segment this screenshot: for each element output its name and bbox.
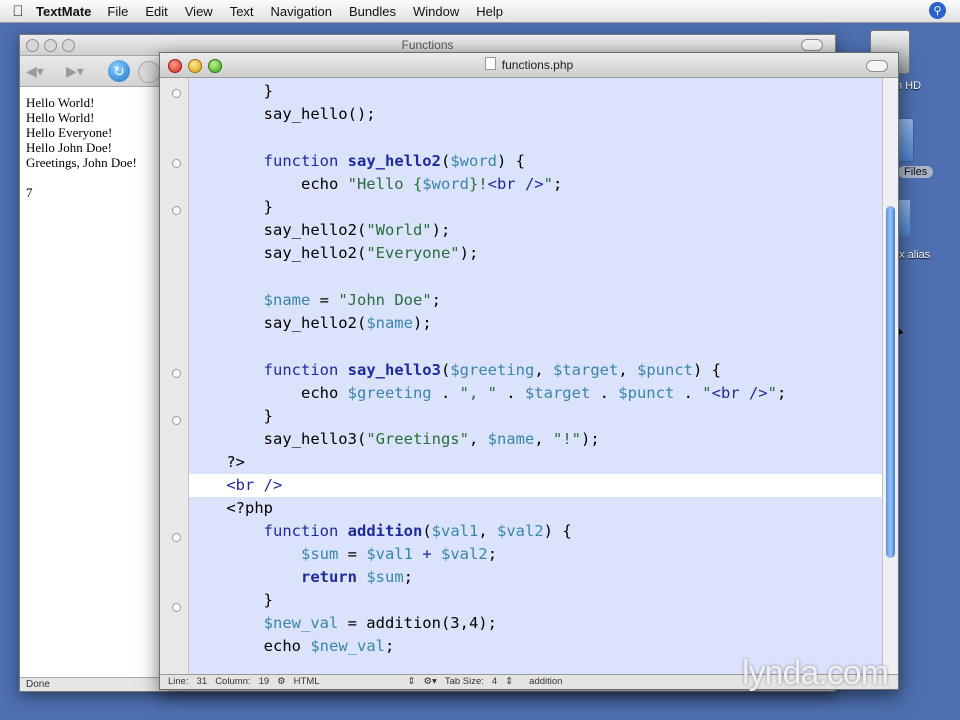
editor-window: functions.php } say_hello(); function sa… xyxy=(159,52,899,690)
editor-window-controls xyxy=(168,59,222,73)
code-line: say_hello2("Everyone"); xyxy=(189,244,479,262)
fold-marker-icon[interactable] xyxy=(172,159,181,168)
fold-marker-icon[interactable] xyxy=(172,603,181,612)
editor-title-bar[interactable]: functions.php xyxy=(160,53,898,78)
code-line: } xyxy=(189,198,273,216)
language-dropdown-icon[interactable]: ⇕ xyxy=(408,675,416,689)
code-line: say_hello2($name); xyxy=(189,314,432,332)
browser-title: Functions xyxy=(401,38,454,52)
tab-size-label: Tab Size: xyxy=(444,676,484,687)
browser-window-controls xyxy=(26,39,75,52)
code-line: echo "Hello {$word}!<br />"; xyxy=(189,175,563,193)
tab-size-value[interactable]: 4 xyxy=(492,675,497,689)
close-icon[interactable] xyxy=(168,59,182,73)
tab-size-stepper-icon[interactable]: ⇕ xyxy=(505,675,513,689)
fold-marker-icon[interactable] xyxy=(172,369,181,378)
hard-drive-label: h HD xyxy=(896,80,922,92)
editor-file-name: functions.php xyxy=(501,58,574,72)
back-arrow-icon[interactable]: ◀▾ xyxy=(26,63,44,80)
line-number: 31 xyxy=(196,676,208,687)
gear-icon[interactable]: ⚙ xyxy=(277,675,286,689)
menu-file[interactable]: File xyxy=(107,4,128,19)
code-line: say_hello3("Greetings", $name, "!"); xyxy=(189,430,600,448)
fold-marker-icon[interactable] xyxy=(172,533,181,542)
code-line: $new_val = addition(3,4); xyxy=(263,614,497,632)
code-line: say_hello2("World"); xyxy=(189,221,451,239)
column-label: Column: xyxy=(215,676,251,687)
lynda-watermark: lynda.com xyxy=(742,654,889,692)
symbol-selector[interactable]: addition xyxy=(529,675,562,689)
fold-marker-icon[interactable] xyxy=(172,206,181,215)
code-line: function say_hello2($word) { xyxy=(263,152,525,170)
menu-bar:  TextMate File Edit View Text Navigatio… xyxy=(0,0,960,23)
code-area[interactable]: } say_hello(); function say_hello2($word… xyxy=(189,78,882,675)
files-folder-label: Files xyxy=(898,166,934,178)
menu-edit[interactable]: Edit xyxy=(145,4,167,19)
zoom-icon[interactable] xyxy=(62,39,75,52)
code-line: } xyxy=(189,407,273,425)
scrollbar-thumb[interactable] xyxy=(886,206,895,558)
code-line: } xyxy=(189,591,273,609)
menu-bundles[interactable]: Bundles xyxy=(349,4,396,19)
minimize-icon[interactable] xyxy=(188,59,202,73)
toolbar-toggle-icon[interactable] xyxy=(866,60,888,72)
menu-app-name[interactable]: TextMate xyxy=(36,4,91,19)
bundle-gear-icon[interactable]: ⚙▾ xyxy=(424,675,437,689)
toolbar-toggle-icon[interactable] xyxy=(801,39,823,51)
php-file-icon xyxy=(484,57,496,70)
code-line: function addition($val1, $val2) { xyxy=(263,522,572,540)
code-line: } xyxy=(189,82,273,100)
code-line: <?php xyxy=(189,499,273,517)
spotlight-search-icon[interactable]: ⚲ xyxy=(929,2,946,19)
menu-navigation[interactable]: Navigation xyxy=(271,4,332,19)
reload-icon[interactable]: ↻ xyxy=(108,60,130,82)
apple-menu-icon[interactable]:  xyxy=(0,3,36,20)
editor-body: } say_hello(); function say_hello2($word… xyxy=(160,78,898,675)
code-line: say_hello(); xyxy=(189,105,376,123)
vertical-scrollbar[interactable] xyxy=(882,78,898,675)
zoom-icon[interactable] xyxy=(208,59,222,73)
menu-window[interactable]: Window xyxy=(413,4,459,19)
stop-icon[interactable] xyxy=(138,61,160,83)
column-number: 19 xyxy=(258,676,270,687)
code-line: ?> xyxy=(189,453,245,471)
menu-help[interactable]: Help xyxy=(476,4,503,19)
menu-text[interactable]: Text xyxy=(230,4,254,19)
code-line: $sum = $val1 + $val2; xyxy=(300,545,498,563)
fold-marker-icon[interactable] xyxy=(172,416,181,425)
code-line: $name = "John Doe"; xyxy=(263,291,441,309)
editor-gutter xyxy=(160,78,189,675)
current-code-line: <br /> xyxy=(189,474,882,497)
close-icon[interactable] xyxy=(26,39,39,52)
line-label: Line: xyxy=(168,676,189,687)
menu-view[interactable]: View xyxy=(185,4,213,19)
language-selector[interactable]: HTML xyxy=(294,675,320,689)
code-line: function say_hello3($greeting, $target, … xyxy=(263,361,721,379)
minimize-icon[interactable] xyxy=(44,39,57,52)
fold-marker-icon[interactable] xyxy=(172,89,181,98)
code-line: return $sum; xyxy=(300,568,413,586)
forward-arrow-icon[interactable]: ▶▾ xyxy=(66,63,84,80)
code-line: echo $greeting . ", " . $target . $punct… xyxy=(189,384,787,402)
